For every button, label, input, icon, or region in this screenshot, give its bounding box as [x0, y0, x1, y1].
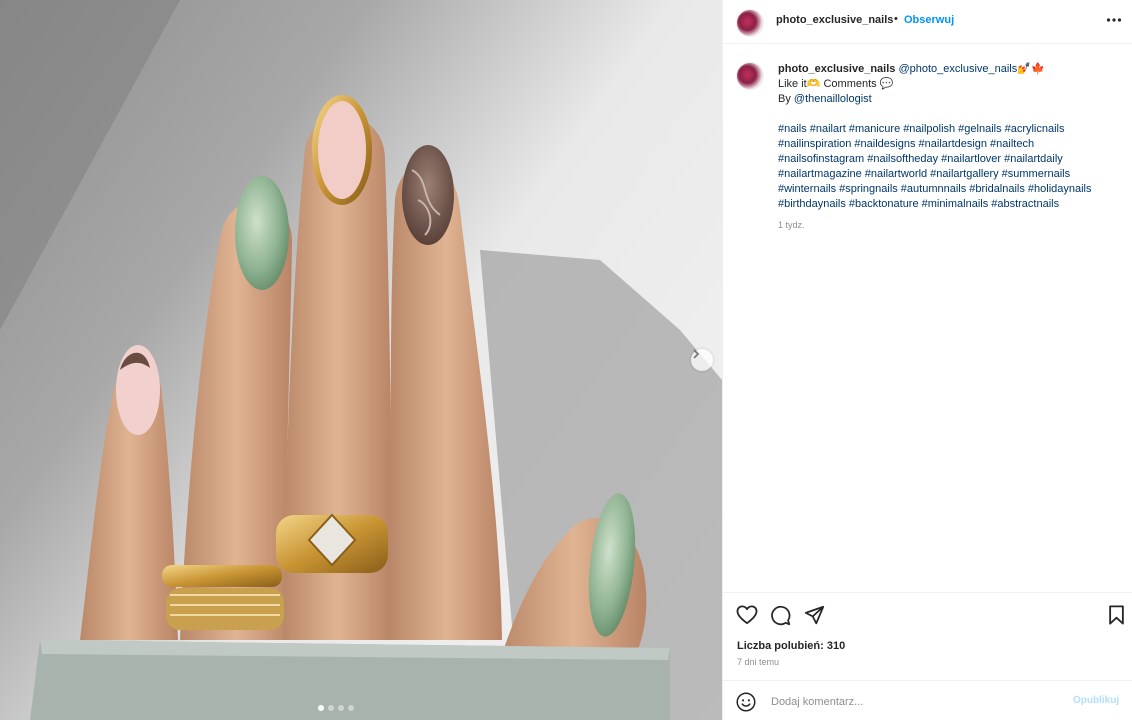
hashtag-link[interactable]: #nailartmagazine — [778, 168, 862, 180]
separator-dot: • — [894, 13, 898, 25]
hashtag-link[interactable]: #nailtech — [990, 138, 1034, 150]
hashtag-link[interactable]: #gelnails — [958, 123, 1001, 135]
likes-count[interactable]: Liczba polubień: 310 — [737, 640, 845, 652]
avatar[interactable] — [736, 62, 764, 90]
hashtag-link[interactable]: #nails — [778, 123, 807, 135]
hashtag-link[interactable]: #nailartdesign — [919, 138, 988, 150]
carousel-dot — [318, 705, 324, 711]
post-comment-button[interactable]: Opublikuj — [1073, 695, 1119, 706]
hashtag-link[interactable]: #nailart — [810, 123, 846, 135]
hashtag-line: #nailartmagazine #nailartworld #nailartgal… — [778, 167, 1123, 182]
next-slide-button[interactable] — [691, 349, 713, 371]
hashtag-link[interactable]: #acrylicnails — [1005, 123, 1065, 135]
bookmark-icon[interactable] — [1108, 605, 1125, 625]
caption-time: 1 tydz. — [778, 220, 805, 230]
caption-line: Like it🫶 Comments 💬 — [778, 78, 894, 90]
hashtag-line: #nailinspiration #naildesigns #nailartdesi… — [778, 137, 1123, 152]
comment-bar: Opublikuj — [723, 680, 1132, 720]
avatar[interactable] — [736, 9, 764, 37]
hashtag-link[interactable]: #autumnnails — [901, 183, 966, 195]
carousel-dot — [328, 705, 334, 711]
hashtag-link[interactable]: #nailpolish — [903, 123, 955, 135]
hashtag-link[interactable]: #nailsofinstagram — [778, 153, 864, 165]
nails-photo — [0, 0, 722, 720]
caption-emojis: 💅🍁 — [1017, 63, 1045, 75]
hashtags: #nails #nailart #manicure #nailpolish #gelna… — [778, 122, 1123, 212]
carousel-dot — [348, 705, 354, 711]
hashtag-link[interactable]: #nailartworld — [865, 168, 927, 180]
hashtag-link[interactable]: #holidaynails — [1028, 183, 1092, 195]
hashtag-link[interactable]: #minimalnails — [922, 198, 989, 210]
more-icon[interactable] — [1106, 12, 1122, 28]
credit-mention[interactable]: @thenaillologist — [794, 93, 872, 105]
caption-username[interactable]: photo_exclusive_nails — [778, 63, 895, 75]
hashtag-link[interactable]: #nailinspiration — [778, 138, 851, 150]
caption-text: photo_exclusive_nails @photo_exclusive_n… — [778, 62, 1123, 233]
post-image — [0, 0, 722, 720]
post-header: photo_exclusive_nails • Obserwuj — [723, 0, 1132, 44]
comment-input[interactable] — [769, 692, 1063, 712]
author-username[interactable]: photo_exclusive_nails — [776, 14, 893, 26]
hashtag-link[interactable]: #birthdaynails — [778, 198, 846, 210]
hashtag-line: #nailsofinstagram #nailsoftheday #nailartl… — [778, 152, 1123, 167]
carousel-dot — [338, 705, 344, 711]
hashtag-link[interactable]: #manicure — [849, 123, 900, 135]
hashtag-link[interactable]: #nailsoftheday — [867, 153, 938, 165]
hashtag-link[interactable]: #nailartgallery — [930, 168, 998, 180]
hashtag-link[interactable]: #naildesigns — [854, 138, 915, 150]
share-icon[interactable] — [804, 605, 825, 626]
comment-icon[interactable] — [770, 605, 791, 626]
hashtag-link[interactable]: #bridalnails — [969, 183, 1025, 195]
hashtag-line: #birthdaynails #backtonature #minimalnails… — [778, 197, 1123, 212]
follow-button[interactable]: Obserwuj — [904, 14, 954, 26]
hashtag-link[interactable]: #summernails — [1002, 168, 1070, 180]
hashtag-link[interactable]: #springnails — [839, 183, 898, 195]
hashtag-link[interactable]: #abstractnails — [991, 198, 1059, 210]
chevron-right-icon — [693, 349, 700, 359]
hashtag-line: #nails #nailart #manicure #nailpolish #gelna… — [778, 122, 1123, 137]
heart-icon[interactable] — [736, 605, 758, 625]
hashtag-link[interactable]: #backtonature — [849, 198, 919, 210]
post-date: 7 dni temu — [737, 657, 780, 667]
action-bar — [723, 592, 1132, 636]
post-details-panel: photo_exclusive_nails • Obserwuj photo_e… — [722, 0, 1132, 720]
hashtag-line: #winternails #springnails #autumnnails #bri… — [778, 182, 1123, 197]
hashtag-link[interactable]: #nailartlover — [941, 153, 1001, 165]
caption-by: By — [778, 93, 794, 105]
caption-mention[interactable]: @photo_exclusive_nails — [898, 63, 1017, 75]
emoji-icon[interactable] — [736, 692, 756, 712]
carousel-indicator — [318, 705, 354, 711]
hashtag-link[interactable]: #nailartdaily — [1004, 153, 1063, 165]
hashtag-link[interactable]: #winternails — [778, 183, 836, 195]
